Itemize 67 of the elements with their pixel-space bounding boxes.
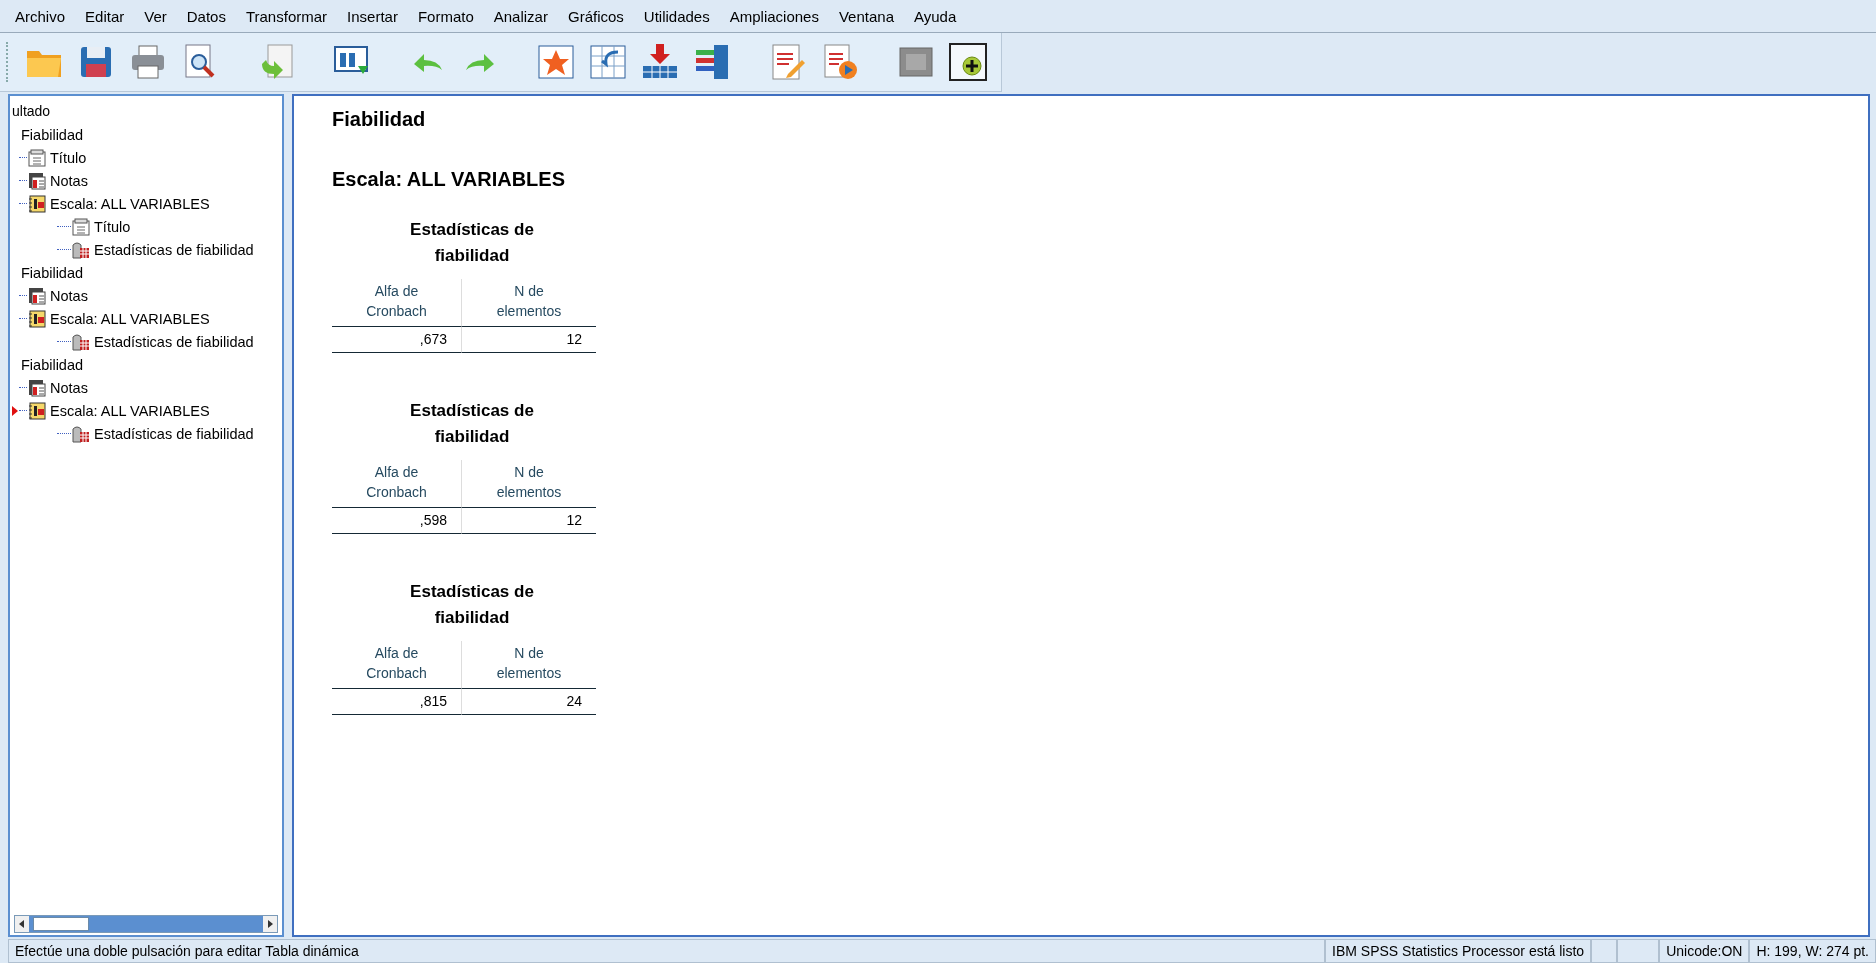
menu-item[interactable]: Formato: [410, 7, 487, 25]
outline-item[interactable]: Escala: ALL VARIABLES: [50, 195, 210, 212]
output-heading: Fiabilidad: [332, 108, 427, 132]
outline-item[interactable]: Estadísticas de fiabilidad: [94, 241, 254, 258]
scroll-right-icon[interactable]: [263, 916, 277, 932]
menu-item[interactable]: Archivo: [8, 7, 79, 25]
title-page-icon: [72, 217, 90, 236]
status-message: Efectúe una doble pulsación para editar Tabla dinámica: [8, 939, 1326, 963]
table-title: Estadísticas de fiabilidad: [409, 400, 535, 448]
table-cell: 12: [462, 327, 596, 353]
menu-item[interactable]: Insertar: [340, 7, 411, 25]
outline-item[interactable]: Notas: [50, 287, 88, 304]
menu-item[interactable]: Editar: [78, 7, 138, 25]
table-cell: ,673: [332, 327, 462, 353]
table-icon: [72, 424, 90, 443]
outline-item[interactable]: Fiabilidad: [21, 356, 84, 373]
scrollbar-thumb[interactable]: [33, 917, 89, 931]
size-status: H: 199, W: 274 pt.: [1749, 939, 1876, 963]
column-header: N de elementos: [462, 460, 596, 508]
column-header: Alfa de Cronbach: [332, 460, 462, 508]
processor-status: IBM SPSS Statistics Processor está listo: [1325, 939, 1592, 963]
table-cell: 12: [462, 508, 596, 534]
menu-item[interactable]: Ampliaciones: [722, 7, 832, 25]
star-table-icon[interactable]: [536, 42, 576, 82]
table-icon: [72, 332, 90, 351]
log-book-icon: [28, 309, 46, 328]
unicode-status: Unicode:ON: [1659, 939, 1750, 963]
table-icon: [72, 240, 90, 259]
outline-item[interactable]: Escala: ALL VARIABLES: [50, 402, 210, 419]
menu-item[interactable]: Ventana: [831, 7, 907, 25]
outline-item[interactable]: Estadísticas de fiabilidad: [94, 425, 254, 442]
log-book-icon: [28, 194, 46, 213]
column-header: N de elementos: [462, 279, 596, 327]
outline-item[interactable]: Título: [50, 149, 87, 166]
outline-item[interactable]: Fiabilidad: [21, 264, 84, 281]
horizontal-scrollbar[interactable]: [14, 915, 278, 933]
outline-item[interactable]: Fiabilidad: [21, 126, 84, 143]
table-cell: 24: [462, 689, 596, 715]
log-book-icon: [28, 401, 46, 420]
output-subheading: Escala: ALL VARIABLES: [332, 168, 567, 191]
menu-item[interactable]: Transformar: [238, 7, 341, 25]
column-header: Alfa de Cronbach: [332, 641, 462, 689]
current-item-marker-icon: [12, 405, 18, 416]
outline-item[interactable]: Estadísticas de fiabilidad: [94, 333, 254, 350]
menu-item[interactable]: Gráficos: [560, 7, 637, 25]
menu-item[interactable]: Datos: [179, 7, 239, 25]
menu-item[interactable]: Ver: [137, 7, 180, 25]
table-cell: ,815: [332, 689, 462, 715]
outline-item[interactable]: Notas: [50, 172, 88, 189]
table-cell: ,598: [332, 508, 462, 534]
table-title: Estadísticas de fiabilidad: [409, 581, 535, 629]
outline-item[interactable]: Título: [94, 218, 131, 235]
menu-item[interactable]: Utilidades: [636, 7, 723, 25]
outline-item[interactable]: Escala: ALL VARIABLES: [50, 310, 210, 327]
column-header: Alfa de Cronbach: [332, 279, 462, 327]
column-header: N de elementos: [462, 641, 596, 689]
scroll-left-icon[interactable]: [15, 916, 29, 932]
notes-icon: [28, 378, 46, 397]
table-title: Estadísticas de fiabilidad: [409, 219, 535, 267]
menu-item[interactable]: Analizar: [486, 7, 561, 25]
outline-root-label[interactable]: ultado: [10, 100, 51, 123]
menu-item[interactable]: Ayuda: [907, 7, 970, 25]
notes-icon: [28, 286, 46, 305]
table-arrow-icon[interactable]: [588, 42, 628, 82]
outline-item[interactable]: Notas: [50, 379, 88, 396]
notes-icon: [28, 171, 46, 190]
title-page-icon: [28, 148, 46, 167]
